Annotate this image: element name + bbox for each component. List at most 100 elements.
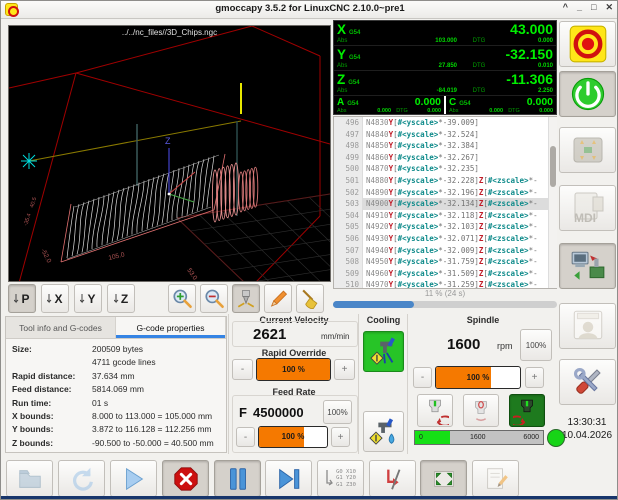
run-button[interactable] <box>110 460 157 497</box>
run-from-line-icon <box>325 469 334 489</box>
zoom-in-button[interactable] <box>168 284 196 313</box>
spindle-reset-button[interactable]: 100% <box>520 329 552 361</box>
skip-optional-blocks-button[interactable] <box>369 460 416 497</box>
gcode-vertical-scrollbar[interactable] <box>548 117 557 288</box>
dro-axis-c[interactable]: CG540.000Abs0.000DTG0.000 <box>444 96 556 114</box>
view-y-button[interactable]: Y <box>74 284 102 313</box>
tab-tool-info[interactable]: Tool info and G-codes <box>6 317 116 338</box>
fullsize-preview-button[interactable] <box>420 460 467 497</box>
settings-button[interactable] <box>559 359 616 405</box>
gcode-line[interactable]: 505N4920Y[#<yscale>*-32.103]Z[#<zscale>*… <box>334 221 556 233</box>
gcode-line[interactable]: 506N4930Y[#<yscale>*-32.071]Z[#<zscale>*… <box>334 233 556 245</box>
clock: 13:30:31 10.04.2026 <box>557 417 617 442</box>
gcode-line[interactable]: 501N4880Y[#<yscale>*-32.228]Z[#<zscale>*… <box>334 175 556 187</box>
power-icon <box>568 74 608 114</box>
zoom-out-button[interactable] <box>200 284 228 313</box>
auto-icon <box>569 247 607 285</box>
gcode-line[interactable]: 507N4940Y[#<yscale>*-32.009]Z[#<zscale>*… <box>334 245 556 257</box>
view-x-button[interactable]: X <box>41 284 69 313</box>
gcode-line[interactable]: 503N4900Y[#<yscale>*-32.134]Z[#<zscale>*… <box>334 198 556 210</box>
gcode-line[interactable]: 510N4970Y[#<yscale>*-31.259]Z[#<zscale>*… <box>334 279 556 289</box>
gcode-preview[interactable]: Z 10.0 105.0 -52.0 53.0 40.5 -35.4 ../..… <box>8 25 331 282</box>
clear-preview-button[interactable] <box>296 284 324 313</box>
spindle-stop-button[interactable] <box>463 394 499 427</box>
gcode-line[interactable]: 497N4840Y[#<yscale>*-32.524] <box>334 129 556 141</box>
svg-text:-35.4: -35.4 <box>23 213 33 227</box>
dro-axis-y[interactable]: YG54-32.150Abs27.850DTG0.010 <box>334 46 556 71</box>
svg-text:MDI: MDI <box>574 211 596 225</box>
property-row: Y bounds:3.872 to 116.128 = 112.256 mm <box>12 423 220 436</box>
mdi-icon: MDI <box>569 189 607 227</box>
spindle-stop-icon <box>467 397 495 425</box>
rapid-plus-button[interactable]: + <box>334 359 355 380</box>
machine-on-button[interactable] <box>559 71 616 117</box>
dro-axis-x[interactable]: XG5443.000Abs103.000DTG0.000 <box>334 21 556 46</box>
window-bottom-edge <box>1 496 618 500</box>
user-tabs-button[interactable] <box>559 303 616 349</box>
open-file-button[interactable] <box>6 460 53 497</box>
manual-mode-button[interactable] <box>559 127 616 173</box>
gcode-horizontal-scrollbar[interactable] <box>333 301 557 308</box>
flood-button[interactable] <box>363 411 404 452</box>
spindle-override-slider[interactable]: 100 % <box>435 366 521 389</box>
feed-reset-button[interactable]: 100% <box>323 400 352 424</box>
date-label: 10.04.2026 <box>557 430 617 443</box>
pause-button[interactable] <box>214 460 261 497</box>
maximize-button[interactable]: □ <box>591 2 596 13</box>
dro-panel[interactable]: XG5443.000Abs103.000DTG0.000YG54-32.150A… <box>333 20 557 115</box>
mist-button[interactable] <box>363 331 404 372</box>
rapid-override-slider[interactable]: 100 % <box>256 358 331 381</box>
reload-file-button[interactable] <box>58 460 105 497</box>
spindle-plus-button[interactable]: + <box>525 367 544 388</box>
svg-text:105.0: 105.0 <box>108 251 126 262</box>
gcode-line[interactable]: 509N4960Y[#<yscale>*-31.509]Z[#<zscale>*… <box>334 268 556 280</box>
dro-axis-a[interactable]: AG540.000Abs0.000DTG0.000 <box>334 96 444 114</box>
mdi-mode-button[interactable]: MDI <box>559 185 616 231</box>
gcode-line[interactable]: 504N4910Y[#<yscale>*-32.118]Z[#<zscale>*… <box>334 210 556 222</box>
gcode-line[interactable]: 499N4860Y[#<yscale>*-32.267] <box>334 152 556 164</box>
feed-value: 4500000 <box>253 405 304 420</box>
svg-text:-52.0: -52.0 <box>39 248 52 265</box>
svg-text:53.0: 53.0 <box>185 267 198 281</box>
view-p-button[interactable]: P <box>8 284 36 313</box>
gcode-line[interactable]: 496N4830Y[#<yscale>*-39.009] <box>334 117 556 129</box>
feed-minus-button[interactable]: - <box>236 427 255 447</box>
stop-button[interactable] <box>162 460 209 497</box>
time-label: 13:30:31 <box>557 417 617 430</box>
feed-plus-button[interactable]: + <box>331 427 350 447</box>
property-row: Feed distance:5814.069 mm <box>12 383 220 396</box>
edit-gcode-button[interactable] <box>472 460 519 497</box>
gcode-line[interactable]: 508N4950Y[#<yscale>*-31.759]Z[#<zscale>*… <box>334 256 556 268</box>
run-from-line-button[interactable]: G0 X10 G1 Y20 G1 Z30 <box>317 460 364 497</box>
auto-mode-button[interactable] <box>559 243 616 289</box>
estop-button[interactable] <box>559 21 616 67</box>
spindle-bar-min: 0 <box>419 434 423 441</box>
minimize-button[interactable]: _ <box>577 2 582 13</box>
dro-axis-z[interactable]: ZG54-11.306Abs-84.019DTG2.250 <box>334 71 556 96</box>
view-z-button[interactable]: Z <box>107 284 135 313</box>
spindle-minus-button[interactable]: - <box>413 367 432 388</box>
spindle-bar-current: 1600 <box>470 434 486 441</box>
spindle-right-button[interactable] <box>509 394 545 427</box>
gcode-line[interactable]: 498N4850Y[#<yscale>*-32.384] <box>334 140 556 152</box>
property-row: Size:200509 bytes <box>12 343 220 356</box>
toggle-tool-view-button[interactable] <box>232 284 260 313</box>
gcode-listing[interactable]: 496N4830Y[#<yscale>*-39.009]497N4840Y[#<… <box>333 116 557 289</box>
feed-override-slider[interactable]: 100 % <box>258 426 328 448</box>
shade-button[interactable]: ^ <box>563 2 568 13</box>
edit-offsets-button[interactable] <box>264 284 292 313</box>
cooling-title: Cooling <box>360 315 407 325</box>
gcode-line[interactable]: 500N4870Y[#<yscale>*-32.235] <box>334 163 556 175</box>
spindle-left-button[interactable] <box>417 394 453 427</box>
user-icon <box>569 307 607 345</box>
gcode-line[interactable]: 502N4890Y[#<yscale>*-32.196]Z[#<zscale>*… <box>334 187 556 199</box>
expand-icon <box>430 465 458 493</box>
svg-text:40.5: 40.5 <box>29 197 38 209</box>
loaded-file-path: ../../nc_files//3D_Chips.ngc <box>9 28 330 37</box>
tab-gcode-properties[interactable]: G-code properties <box>116 317 226 338</box>
step-button[interactable] <box>265 460 312 497</box>
close-button[interactable]: ✕ <box>605 2 613 13</box>
pause-icon <box>224 465 252 493</box>
rapid-minus-button[interactable]: - <box>232 359 253 380</box>
titlebar[interactable]: gmoccapy 3.5.2 for LinuxCNC 2.10.0~pre1 … <box>1 1 618 19</box>
